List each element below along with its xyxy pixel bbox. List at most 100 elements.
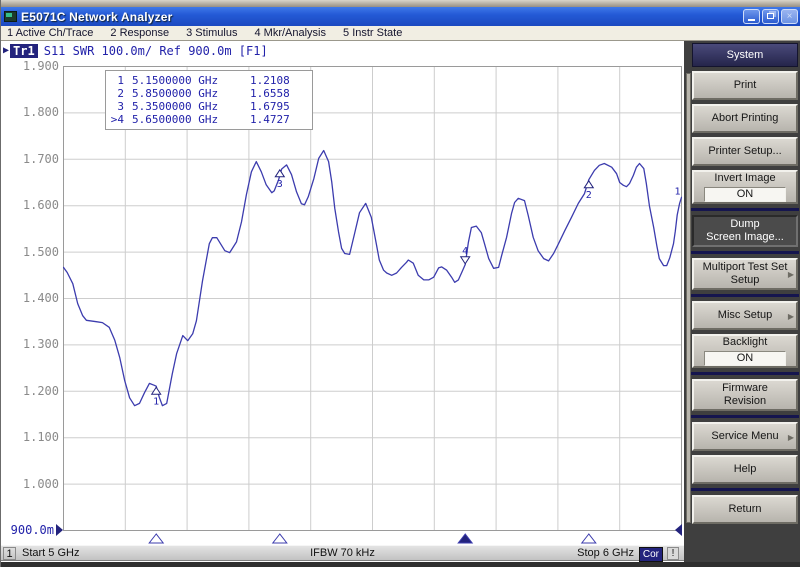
- y-tick-label: 1.300: [1, 337, 59, 351]
- softkey-help[interactable]: Help: [692, 455, 798, 484]
- marker-frequency: 5.1500000 GHz: [132, 74, 250, 87]
- softkey-print[interactable]: Print: [692, 71, 798, 100]
- softkey-label: Misc Setup: [694, 309, 796, 322]
- softkey-menu-title: System: [692, 43, 798, 67]
- menu-item-1[interactable]: 1 Active Ch/Trace: [7, 27, 93, 39]
- y-tick-label: 1.400: [1, 291, 59, 305]
- ref-level-label: 900.0m: [1, 523, 54, 537]
- y-tick-label: 1.500: [1, 245, 59, 259]
- marker-number: 3: [110, 100, 132, 113]
- y-tick-label: 1.700: [1, 152, 59, 166]
- marker-2-stimulus-icon: [582, 534, 596, 543]
- softkey-group-separator: [691, 488, 799, 491]
- trace-end-number: 1: [675, 186, 681, 197]
- softkey-label: Setup: [694, 274, 796, 287]
- softkey-abort-printing[interactable]: Abort Printing: [692, 104, 798, 133]
- marker-4-label: 4: [462, 246, 468, 257]
- softkey-misc-setup[interactable]: Misc Setup▶: [692, 301, 798, 330]
- softkey-label: Invert Image: [694, 172, 796, 185]
- menu-item-5[interactable]: 5 Instr State: [343, 27, 402, 39]
- marker-table-row: 25.8500000 GHz1.6558: [110, 87, 304, 100]
- softkey-label: Service Menu: [694, 430, 796, 443]
- window-controls: ×: [743, 9, 798, 24]
- minimize-button[interactable]: [743, 9, 760, 24]
- softkey-service-menu[interactable]: Service Menu▶: [692, 422, 798, 451]
- y-tick-label: 1.600: [1, 198, 59, 212]
- marker-2-label: 2: [586, 190, 592, 201]
- marker-value: 1.4727: [250, 113, 304, 126]
- softkey-label: Multiport Test Set: [694, 261, 796, 274]
- softkey-label: Print: [694, 79, 796, 92]
- y-tick-label: 1.900: [1, 59, 59, 73]
- softkey-label: Help: [694, 463, 796, 476]
- softkey-dump-screen-image[interactable]: DumpScreen Image...: [692, 215, 798, 247]
- marker-table-row: 35.3500000 GHz1.6795: [110, 100, 304, 113]
- marker-1-label: 1: [153, 396, 159, 407]
- status-bar: 1 Start 5 GHz IFBW 70 kHz Stop 6 GHz Cor…: [1, 545, 684, 561]
- y-tick-label: 1.800: [1, 105, 59, 119]
- trace-name-badge: Tr1: [10, 44, 38, 58]
- marker-3-stimulus-icon: [273, 534, 287, 543]
- submenu-arrow-icon: ▶: [788, 310, 794, 323]
- softkey-multiport-test-set-setup[interactable]: Multiport Test SetSetup▶: [692, 258, 798, 290]
- softkey-backlight[interactable]: BacklightON: [692, 334, 798, 368]
- marker-4-stimulus-icon: [458, 534, 472, 543]
- marker-value: 1.6558: [250, 87, 304, 100]
- softkey-label: Return: [694, 503, 796, 516]
- close-button[interactable]: ×: [781, 9, 798, 24]
- window-bottom-border: [1, 562, 800, 567]
- submenu-arrow-icon: ▶: [788, 268, 794, 281]
- softkey-group-separator: [691, 294, 799, 297]
- window-top-border: [1, 0, 800, 7]
- menu-item-2[interactable]: 2 Response: [110, 27, 169, 39]
- softkey-group-separator: [691, 415, 799, 418]
- menu-item-4[interactable]: 4 Mkr/Analysis: [254, 27, 326, 39]
- instrument-screen: E5071C Network Analyzer × 1 Active Ch/Tr…: [0, 0, 800, 567]
- active-trace-arrow-icon: ▶: [3, 45, 9, 56]
- softkey-group-separator: [691, 372, 799, 375]
- swr-plot[interactable]: 12341: [63, 66, 682, 544]
- marker-frequency: 5.3500000 GHz: [132, 100, 250, 113]
- stop-frequency-label: Stop 6 GHz: [577, 547, 634, 559]
- softkey-label: Printer Setup...: [694, 145, 796, 158]
- restore-button[interactable]: [762, 9, 779, 24]
- marker-value: 1.2108: [250, 74, 304, 87]
- warning-badge: !: [667, 547, 679, 560]
- marker-value: 1.6795: [250, 100, 304, 113]
- y-tick-label: 1.200: [1, 384, 59, 398]
- marker-table-row: >45.6500000 GHz1.4727: [110, 113, 304, 126]
- marker-table-row: 15.1500000 GHz1.2108: [110, 74, 304, 87]
- softkey-group-separator: [691, 208, 799, 211]
- marker-number: 1: [110, 74, 132, 87]
- app-icon: [4, 11, 17, 22]
- submenu-arrow-icon: ▶: [788, 431, 794, 444]
- menu-item-3[interactable]: 3 Stimulus: [186, 27, 237, 39]
- trace-header[interactable]: ▶ Tr1 S11 SWR 100.0m/ Ref 900.0m [F1]: [3, 43, 268, 58]
- marker-number: 2: [110, 87, 132, 100]
- y-tick-label: 1.000: [1, 477, 59, 491]
- softkey-invert-image[interactable]: Invert ImageON: [692, 170, 798, 204]
- softkey-label: Screen Image...: [694, 231, 796, 244]
- ref-level-arrow-right-icon: [675, 524, 682, 536]
- softkey-printer-setup[interactable]: Printer Setup...: [692, 137, 798, 166]
- marker-frequency: 5.8500000 GHz: [132, 87, 250, 100]
- softkey-panel: System Print Abort Printing Printer Setup..…: [684, 41, 800, 562]
- display-area: ▶ Tr1 S11 SWR 100.0m/ Ref 900.0m [F1] 1.…: [1, 41, 684, 562]
- marker-frequency: 5.6500000 GHz: [132, 113, 250, 126]
- marker-table: 15.1500000 GHz1.210825.8500000 GHz1.6558…: [105, 70, 313, 130]
- softkey-group-separator: [691, 251, 799, 254]
- menubar: 1 Active Ch/Trace 2 Response 3 Stimulus 4 M…: [1, 26, 800, 41]
- softkey-label: Abort Printing: [694, 112, 796, 125]
- marker-3-label: 3: [277, 179, 283, 190]
- correction-status-badge: Cor: [639, 547, 663, 562]
- close-icon: ×: [787, 11, 793, 22]
- ref-level-arrow-left-icon: [56, 524, 63, 536]
- titlebar[interactable]: E5071C Network Analyzer ×: [1, 7, 800, 26]
- marker-number: >4: [110, 113, 132, 126]
- softkey-firmware-revision[interactable]: FirmwareRevision: [692, 379, 798, 411]
- softkey-return[interactable]: Return: [692, 495, 798, 524]
- softkey-label: Revision: [694, 395, 796, 408]
- softkey-scrollbar[interactable]: [686, 73, 691, 523]
- restore-icon: [767, 13, 774, 19]
- y-tick-label: 1.100: [1, 430, 59, 444]
